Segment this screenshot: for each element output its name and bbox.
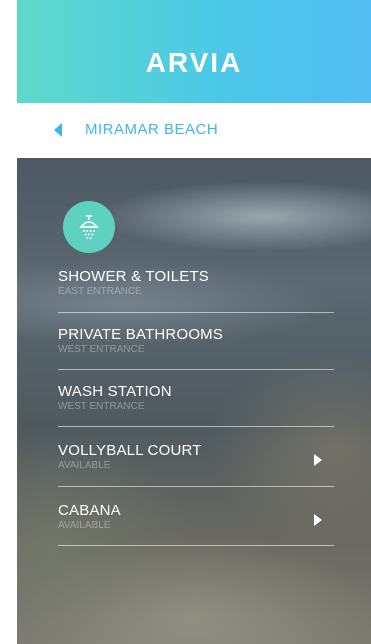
facility-item-cabana[interactable]: CABANA AVAILABLE xyxy=(58,487,334,546)
facility-status: AVAILABLE xyxy=(58,520,111,531)
back-arrow-icon[interactable] xyxy=(52,123,64,137)
left-margin-strip xyxy=(0,0,17,644)
location-title: MIRAMAR BEACH xyxy=(85,121,219,138)
chevron-right-icon[interactable] xyxy=(314,453,322,466)
beach-background: SHOWER & TOILETS EAST ENTRANCE PRIVATE B… xyxy=(17,158,371,644)
facility-item-shower-toilets[interactable]: SHOWER & TOILETS EAST ENTRANCE xyxy=(58,264,334,313)
facility-name: WASH STATION xyxy=(58,383,172,400)
facility-name: PRIVATE BATHROOMS xyxy=(58,326,224,343)
facility-status: AVAILABLE xyxy=(58,460,111,471)
facility-location: WEST ENTRANCE xyxy=(58,401,145,412)
app-title: ARVIA xyxy=(145,46,243,78)
nav-bar: MIRAMAR BEACH xyxy=(17,103,371,158)
facility-name: SHOWER & TOILETS xyxy=(58,268,210,285)
facility-name: CABANA xyxy=(58,502,121,519)
facility-list: SHOWER & TOILETS EAST ENTRANCE PRIVATE B… xyxy=(58,264,334,546)
facility-item-private-bathrooms[interactable]: PRIVATE BATHROOMS WEST ENTRANCE xyxy=(58,313,334,370)
facility-item-wash-station[interactable]: WASH STATION WEST ENTRANCE xyxy=(58,370,334,427)
facility-item-vollyball-court[interactable]: VOLLYBALL COURT AVAILABLE xyxy=(58,427,334,487)
facility-location: WEST ENTRANCE xyxy=(58,344,145,355)
app-screen: ARVIA MIRAMAR BEACH SHOWER & TOILETS EAS… xyxy=(17,0,371,644)
app-header: ARVIA xyxy=(17,0,371,103)
facility-name: VOLLYBALL COURT xyxy=(58,442,202,459)
chevron-right-icon[interactable] xyxy=(314,513,322,526)
facility-location: EAST ENTRANCE xyxy=(58,286,142,297)
shower-icon xyxy=(63,201,115,253)
